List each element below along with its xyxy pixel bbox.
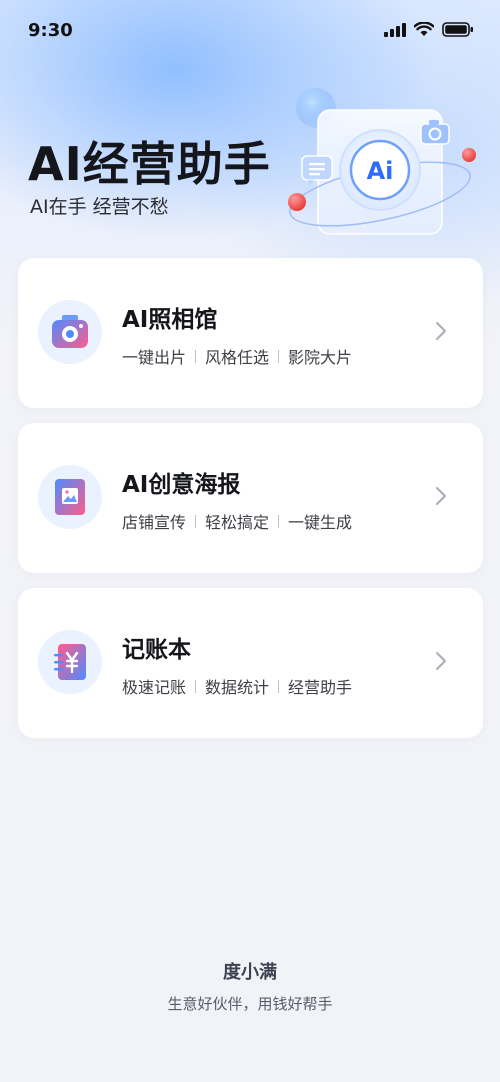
camera-small-icon <box>420 120 450 145</box>
tag-divider <box>195 349 197 363</box>
card-tags: 极速记账 数据统计 经营助手 <box>122 674 352 698</box>
card-icon-bg <box>38 465 102 529</box>
card-tag: 影院大片 <box>288 348 353 367</box>
ai-badge-text: Ai <box>367 157 394 185</box>
poster-icon <box>55 479 85 515</box>
card-tag: 风格任选 <box>205 348 270 367</box>
card-tags: 一键出片 风格任选 影院大片 <box>122 344 352 368</box>
ai-assistant-illustration: Ai <box>288 88 476 235</box>
card-ai-creative-poster[interactable]: AI创意海报 店铺宣传 轻松搞定 一键生成 <box>18 423 483 573</box>
card-tag: 极速记账 <box>122 678 187 697</box>
camera-icon <box>52 315 88 348</box>
card-tag: 一键出片 <box>122 348 187 367</box>
card-tag: 一键生成 <box>288 513 353 532</box>
hero-illustration: Ai <box>280 86 490 246</box>
tag-divider <box>278 349 280 363</box>
wifi-icon <box>414 22 434 36</box>
card-icon-bg <box>38 300 102 364</box>
signal-icon <box>384 22 406 37</box>
card-tag: 轻松搞定 <box>205 513 270 532</box>
card-title: AI照相馆 <box>122 307 218 333</box>
card-ai-photo-studio[interactable]: AI照相馆 一键出片 风格任选 影院大片 <box>18 258 483 408</box>
chevron-right-icon <box>436 322 446 340</box>
chevron-right-icon <box>436 487 446 505</box>
page-subtitle: AI在手 经营不愁 <box>30 196 169 218</box>
chevron-right-icon <box>436 652 446 670</box>
status-time: 9:30 <box>28 20 73 41</box>
tag-divider <box>278 679 280 693</box>
card-icon-bg <box>38 630 102 694</box>
card-tags: 店铺宣传 轻松搞定 一键生成 <box>122 509 352 533</box>
footer-slogan: 生意好伙伴，用钱好帮手 <box>167 995 333 1013</box>
footer-brand: 度小满 <box>223 962 277 983</box>
page-title: AI经营助手 <box>28 137 271 191</box>
tag-divider <box>278 514 280 528</box>
tag-divider <box>195 514 197 528</box>
card-tag: 店铺宣传 <box>122 513 187 532</box>
battery-icon <box>442 22 473 37</box>
status-bar: 9:30 <box>0 0 500 64</box>
card-ledger[interactable]: 记账本 极速记账 数据统计 经营助手 <box>18 588 483 738</box>
status-icons <box>384 22 474 37</box>
card-tag: 数据统计 <box>205 678 270 697</box>
card-title: AI创意海报 <box>122 472 241 498</box>
card-title: 记账本 <box>122 637 191 663</box>
ledger-icon <box>54 644 86 680</box>
tag-divider <box>195 679 197 693</box>
card-tag: 经营助手 <box>288 678 353 697</box>
